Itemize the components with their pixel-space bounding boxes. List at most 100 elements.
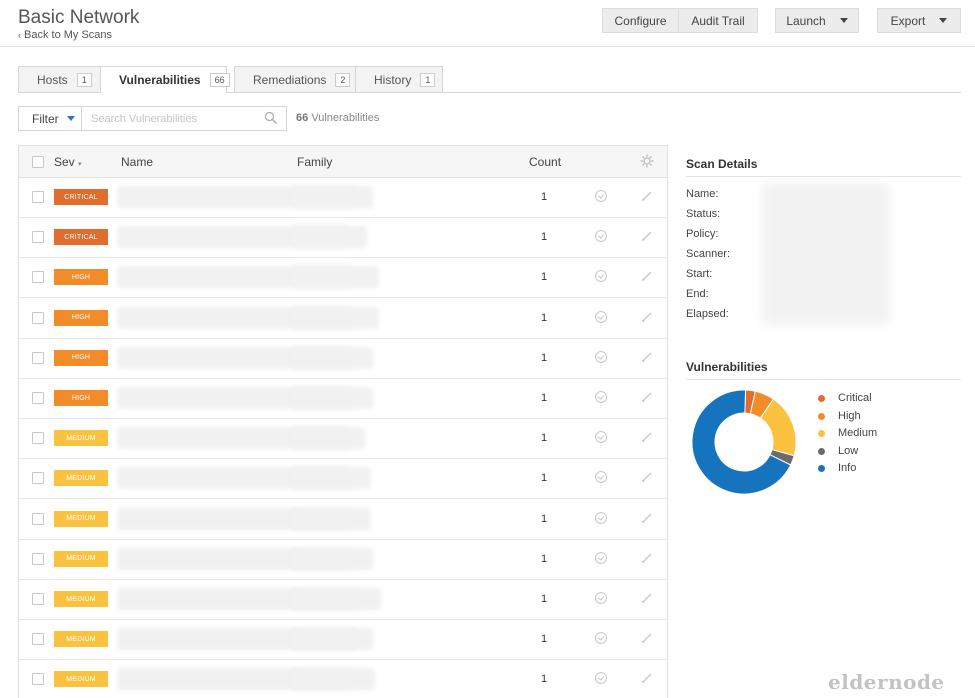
pencil-icon[interactable] — [641, 431, 653, 443]
row-checkbox[interactable] — [32, 673, 44, 686]
table-row[interactable]: CRITICAL 1 — [19, 217, 667, 259]
table-row[interactable]: MEDIUM 1 — [19, 499, 667, 540]
row-checkbox[interactable] — [32, 271, 44, 284]
tab-count-badge: 1 — [76, 72, 92, 87]
sev-column-header[interactable]: Sev ▾ — [54, 155, 82, 169]
row-checkbox[interactable] — [32, 472, 44, 485]
check-circle-icon[interactable] — [595, 511, 607, 524]
export-button[interactable]: Export — [877, 8, 961, 33]
audit-trail-button[interactable]: Audit Trail — [679, 8, 758, 33]
tab-hosts[interactable]: Hosts 1 — [18, 66, 101, 92]
tab-vulnerabilities[interactable]: Vulnerabilities 66 — [100, 66, 230, 93]
check-circle-icon[interactable] — [595, 230, 607, 243]
gear-icon[interactable] — [640, 154, 654, 168]
row-checkbox[interactable] — [32, 552, 44, 565]
check-circle-icon[interactable] — [595, 471, 607, 484]
tab-history[interactable]: History 1 — [355, 66, 443, 92]
pencil-icon[interactable] — [641, 311, 653, 323]
check-circle-icon[interactable] — [595, 551, 607, 564]
launch-label: Launch — [786, 13, 826, 28]
redacted-family — [291, 628, 373, 651]
table-row[interactable]: MEDIUM 1 — [19, 619, 667, 661]
table-row[interactable]: HIGH 1 — [19, 298, 667, 339]
pencil-icon[interactable] — [641, 672, 653, 684]
pencil-icon[interactable] — [641, 190, 653, 202]
tab-remediations[interactable]: Remediations 2 — [234, 66, 356, 92]
row-checkbox[interactable] — [32, 191, 44, 203]
table-row[interactable]: MEDIUM 1 — [19, 539, 667, 580]
tab-count-badge: 66 — [209, 73, 230, 87]
row-checkbox[interactable] — [32, 351, 44, 364]
check-circle-icon[interactable] — [595, 592, 607, 604]
severity-badge: HIGH — [54, 309, 108, 326]
count-cell: 1 — [541, 351, 548, 364]
vulnerabilities-panel-title: Vulnerabilities — [686, 358, 768, 376]
table-row[interactable]: MEDIUM 1 — [19, 458, 667, 500]
pencil-icon[interactable] — [641, 552, 653, 564]
check-circle-icon[interactable] — [595, 672, 607, 685]
table-row[interactable]: CRITICAL 1 — [19, 177, 667, 218]
row-checkbox[interactable] — [32, 432, 44, 445]
count-cell: 1 — [541, 432, 548, 445]
redacted-family — [291, 467, 371, 490]
table-row[interactable]: HIGH 1 — [19, 257, 667, 299]
check-circle-icon[interactable] — [595, 391, 607, 403]
count-cell: 1 — [541, 392, 548, 404]
filter-button[interactable]: Filter — [18, 106, 82, 131]
count-number: 66 — [296, 112, 309, 124]
row-checkbox[interactable] — [32, 593, 44, 605]
table-row[interactable]: MEDIUM 1 — [19, 579, 667, 620]
configure-button[interactable]: Configure — [602, 8, 679, 33]
count-label: Vulnerabilities — [311, 112, 380, 124]
check-circle-icon[interactable] — [595, 270, 607, 283]
redacted-family — [291, 226, 367, 249]
row-checkbox[interactable] — [32, 633, 44, 646]
caret-down-icon — [939, 18, 948, 23]
row-checkbox[interactable] — [32, 311, 44, 324]
check-circle-icon[interactable] — [595, 190, 607, 202]
redacted-family — [291, 186, 373, 208]
table-row[interactable]: MEDIUM 1 — [19, 659, 667, 698]
pencil-icon[interactable] — [641, 632, 653, 644]
pencil-icon[interactable] — [641, 270, 653, 282]
severity-badge: HIGH — [54, 390, 108, 406]
back-to-scans-link[interactable]: ‹ Back to My Scans — [18, 29, 112, 41]
scan-details-title: Scan Details — [686, 155, 757, 173]
pencil-icon[interactable] — [641, 391, 653, 403]
legend-dot-icon — [818, 395, 825, 402]
pencil-icon[interactable] — [641, 230, 653, 242]
row-checkbox[interactable] — [32, 512, 44, 525]
filter-label: Filter — [32, 111, 59, 126]
table-row[interactable]: HIGH 1 — [19, 338, 667, 379]
redacted-family — [291, 507, 371, 530]
pencil-icon[interactable] — [641, 592, 653, 604]
pencil-icon[interactable] — [641, 351, 653, 363]
pencil-icon[interactable] — [641, 471, 653, 483]
pencil-icon[interactable] — [641, 512, 653, 524]
legend-dot-icon — [818, 430, 825, 437]
caret-down-icon — [66, 116, 75, 121]
table-header: Sev ▾ Name Family Count — [19, 146, 667, 178]
severity-badge: MEDIUM — [54, 470, 108, 487]
caret-down-icon — [839, 18, 848, 23]
count-cell: 1 — [541, 231, 548, 244]
vulnerabilities-donut-chart[interactable] — [690, 388, 798, 496]
launch-button[interactable]: Launch — [775, 8, 859, 33]
select-all-checkbox[interactable] — [32, 156, 44, 168]
family-column-header[interactable]: Family — [297, 155, 332, 169]
legend-label: Info — [838, 462, 857, 474]
tab-label: Vulnerabilities — [119, 73, 201, 87]
check-circle-icon[interactable] — [595, 350, 607, 363]
vulnerabilities-heading: Vulnerabilities — [686, 360, 768, 374]
row-checkbox[interactable] — [32, 392, 44, 404]
table-row[interactable]: HIGH 1 — [19, 378, 667, 419]
name-column-header[interactable]: Name — [121, 155, 153, 169]
table-row[interactable]: MEDIUM 1 — [19, 418, 667, 460]
count-column-header[interactable]: Count — [529, 155, 561, 169]
check-circle-icon[interactable] — [595, 310, 607, 323]
search-icon[interactable] — [264, 111, 278, 125]
check-circle-icon[interactable] — [595, 431, 607, 444]
search-input[interactable] — [82, 106, 287, 131]
row-checkbox[interactable] — [32, 231, 44, 244]
check-circle-icon[interactable] — [595, 632, 607, 645]
